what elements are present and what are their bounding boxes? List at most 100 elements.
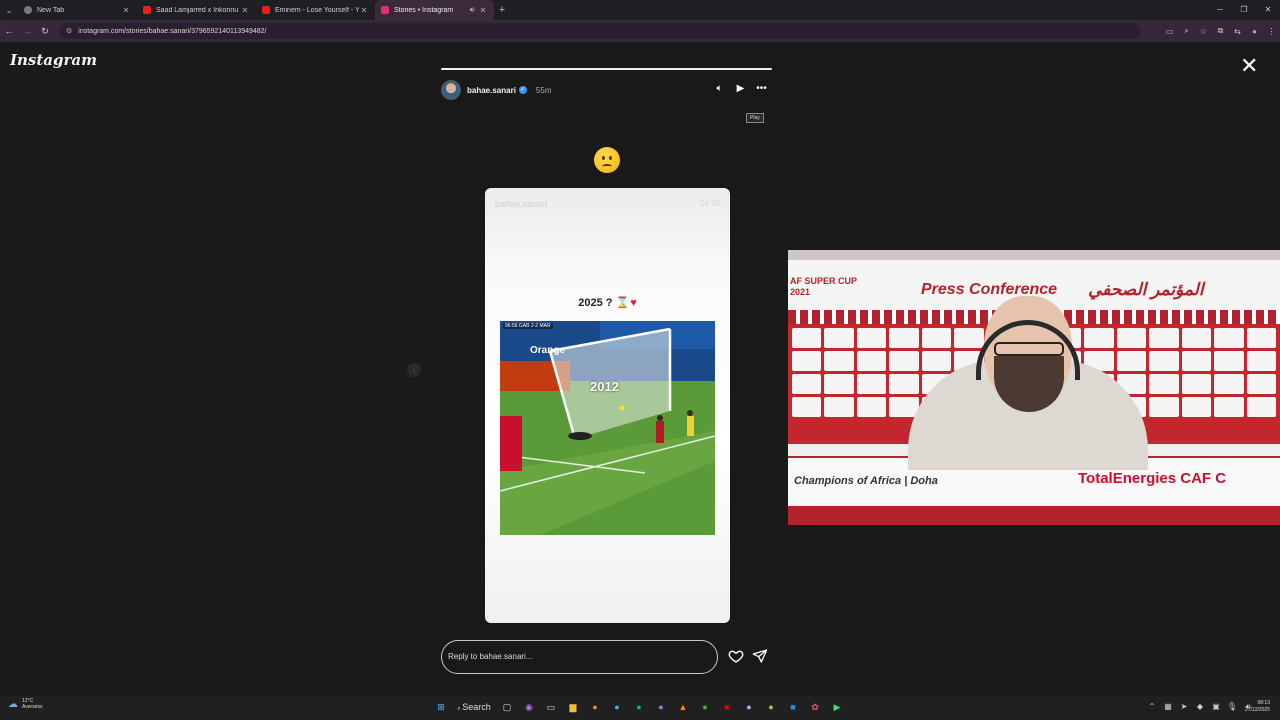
tab-audio-icon[interactable]: 🔊︎	[466, 5, 478, 15]
tab-instagram-stories[interactable]: Stories • Instagram 🔊︎ ✕	[375, 0, 494, 20]
send-icon[interactable]	[752, 648, 768, 664]
tab-close-icon[interactable]: ✕	[240, 6, 250, 15]
tray-app-icon[interactable]: ▦	[1160, 699, 1176, 715]
app-green-icon[interactable]: ●	[760, 699, 782, 715]
paint-icon[interactable]: ■	[782, 699, 804, 715]
story-card[interactable]: bahae.sanari 14:25 2025 ? ⌛♥ 96:56 GAB 2…	[485, 188, 730, 623]
task-view-icon[interactable]: ▢	[496, 699, 518, 715]
address-bar: ← → ↻ ⚙ instagram.com/stories/bahae.sana…	[0, 20, 1280, 42]
app-icon[interactable]: ◉	[518, 699, 540, 715]
play-tooltip: Play	[746, 113, 764, 123]
clock-time: 08:13	[1257, 700, 1270, 706]
instagram-logo[interactable]: Instagram	[10, 51, 97, 69]
tray-app2-icon[interactable]: ◆	[1192, 699, 1208, 715]
tab-close-icon[interactable]: ✕	[359, 6, 369, 15]
story-viewer: bahae.sanari ✓ 55m 🔈︎ ▶ ••• Play bahae.s…	[432, 58, 782, 678]
media-player-icon[interactable]: ▶	[826, 699, 848, 715]
site-info-icon[interactable]: ⚙	[66, 27, 72, 35]
tab-title: Stories • Instagram	[394, 6, 454, 14]
sad-face-emoji-icon	[594, 147, 620, 173]
back-icon[interactable]: ←	[0, 26, 18, 36]
menu-icon[interactable]: ⋮	[1263, 27, 1280, 36]
microphone-icon[interactable]: 🎙︎	[1224, 699, 1240, 715]
story-controls: 🔈︎ ▶ •••	[709, 83, 772, 94]
caf-year: 2021	[790, 287, 811, 297]
card-caption: 2025 ? ⌛♥	[485, 296, 730, 309]
cast-icon[interactable]: ▭	[1161, 27, 1178, 36]
tab-close-icon[interactable]: ✕	[478, 6, 488, 15]
heart-emoji-icon: ♥	[630, 297, 637, 309]
tab-title: Saad Lamjarred x Inkonnu x Afri	[156, 6, 240, 14]
volume-icon[interactable]: 🔈︎	[709, 83, 730, 94]
story-progress-bar	[441, 68, 772, 70]
vlc-icon[interactable]: ▲	[672, 699, 694, 715]
tab-title: Eminem - Lose Yourself - YouTu	[275, 6, 359, 14]
reload-icon[interactable]: ↻	[36, 26, 54, 37]
story-header: bahae.sanari ✓ 55m 🔈︎ ▶ •••	[441, 79, 772, 101]
story-username[interactable]: bahae.sanari	[467, 86, 516, 95]
instagram-icon	[381, 6, 389, 14]
tab-search-icon[interactable]: ⌄	[0, 0, 18, 20]
bookmark-star-icon[interactable]: ☆	[1195, 27, 1212, 36]
tray-telegram-icon[interactable]: ➤	[1176, 699, 1192, 715]
file-explorer-icon[interactable]: ▆	[562, 699, 584, 715]
tab-title: New Tab	[37, 6, 65, 14]
instagram-stories-page: Instagram ✕ ‹ bahae.sanari ✓ 55m 🔈︎ ▶ ••…	[0, 42, 1280, 695]
tab-close-icon[interactable]: ✕	[121, 6, 131, 15]
app-gear-icon[interactable]: ✿	[804, 699, 826, 715]
window-icon[interactable]: ▭	[540, 699, 562, 715]
chrome-icon[interactable]: ●	[694, 699, 716, 715]
story-video[interactable]: 96:56 GAB 2-2 MAR Orange 2012	[500, 321, 715, 535]
forward-icon[interactable]: →	[18, 26, 36, 36]
zoom-icon[interactable]: ⌕	[1178, 26, 1195, 36]
spotify-icon[interactable]: ●	[628, 699, 650, 715]
tab-favicon	[24, 6, 32, 14]
taskbar: ☁ 12°C Aversess ⊞ ⌕ Search ▢ ◉ ▭ ▆ ● ● ●…	[0, 695, 1280, 720]
new-tab-button[interactable]: +	[494, 4, 510, 16]
chrome-active-icon[interactable]: ●	[738, 699, 760, 715]
webcam-overlay: AF SUPER CUP 2021 Press Conference المؤت…	[788, 250, 1280, 525]
more-options-icon[interactable]: •••	[751, 83, 772, 94]
app-red-icon[interactable]: ■	[716, 699, 738, 715]
maximize-icon[interactable]: ❐	[1232, 0, 1256, 20]
tab-eminem[interactable]: Eminem - Lose Yourself - YouTu ✕	[256, 0, 375, 20]
edge-icon[interactable]: ●	[606, 699, 628, 715]
translate-icon[interactable]: ⇆	[1229, 27, 1246, 36]
caption-text: 2025 ?	[578, 297, 613, 309]
minimize-icon[interactable]: ─	[1208, 0, 1232, 20]
window-close-icon[interactable]: ✕	[1256, 0, 1280, 20]
video-sponsor: Orange	[530, 345, 566, 356]
avatar[interactable]	[441, 80, 461, 100]
like-heart-icon[interactable]	[728, 648, 744, 664]
tab-saad-lamjarred[interactable]: Saad Lamjarred x Inkonnu x Afri ✕	[137, 0, 256, 20]
close-icon[interactable]: ✕	[1240, 55, 1258, 77]
windows-start-icon[interactable]: ⊞	[430, 699, 452, 715]
hourglass-icon: ⌛	[615, 297, 630, 309]
taskbar-apps: ⊞ ⌕ Search ▢ ◉ ▭ ▆ ● ● ● ● ▲ ● ■ ● ● ■ ✿…	[430, 699, 848, 715]
previous-story-icon[interactable]: ‹	[407, 363, 421, 377]
weather-place: Aversess	[22, 704, 43, 710]
verified-badge-icon: ✓	[518, 86, 527, 94]
taskbar-clock[interactable]: 08:13 27/12/2025	[1245, 700, 1270, 714]
clock-date: 27/12/2025	[1244, 707, 1270, 713]
tab-strip: ⌄ New Tab ✕ Saad Lamjarred x Inkonnu x A…	[0, 0, 1280, 20]
card-username: bahae.sanari	[495, 199, 548, 209]
tray-chevron-icon[interactable]: ⌃	[1144, 699, 1160, 715]
banner-top-strip	[788, 250, 1280, 260]
extensions-icon[interactable]: ⧉	[1212, 26, 1229, 36]
reply-input[interactable]: Reply to bahae.sanari...	[441, 640, 718, 674]
discord-icon[interactable]: ●	[650, 699, 672, 715]
firefox-icon[interactable]: ●	[584, 699, 606, 715]
address-bar-icons: ▭ ⌕ ☆ ⧉ ⇆ ● ⋮	[1161, 20, 1280, 42]
weather-icon: ☁	[8, 698, 18, 710]
search-label: Search	[462, 702, 491, 712]
taskbar-search[interactable]: ⌕ Search	[452, 699, 496, 715]
weather-widget[interactable]: ☁ 12°C Aversess	[8, 698, 42, 710]
video-scoreboard: 96:56 GAB 2-2 MAR	[503, 323, 553, 329]
url-field[interactable]: ⚙ instagram.com/stories/bahae.sanari/379…	[60, 23, 1140, 39]
play-icon[interactable]: ▶	[730, 83, 751, 94]
tab-new-tab[interactable]: New Tab ✕	[18, 0, 137, 20]
profile-avatar[interactable]: ●	[1246, 27, 1263, 36]
champions-of-africa-text: Champions of Africa | Doha	[794, 475, 938, 487]
tray-app3-icon[interactable]: ▣	[1208, 699, 1224, 715]
